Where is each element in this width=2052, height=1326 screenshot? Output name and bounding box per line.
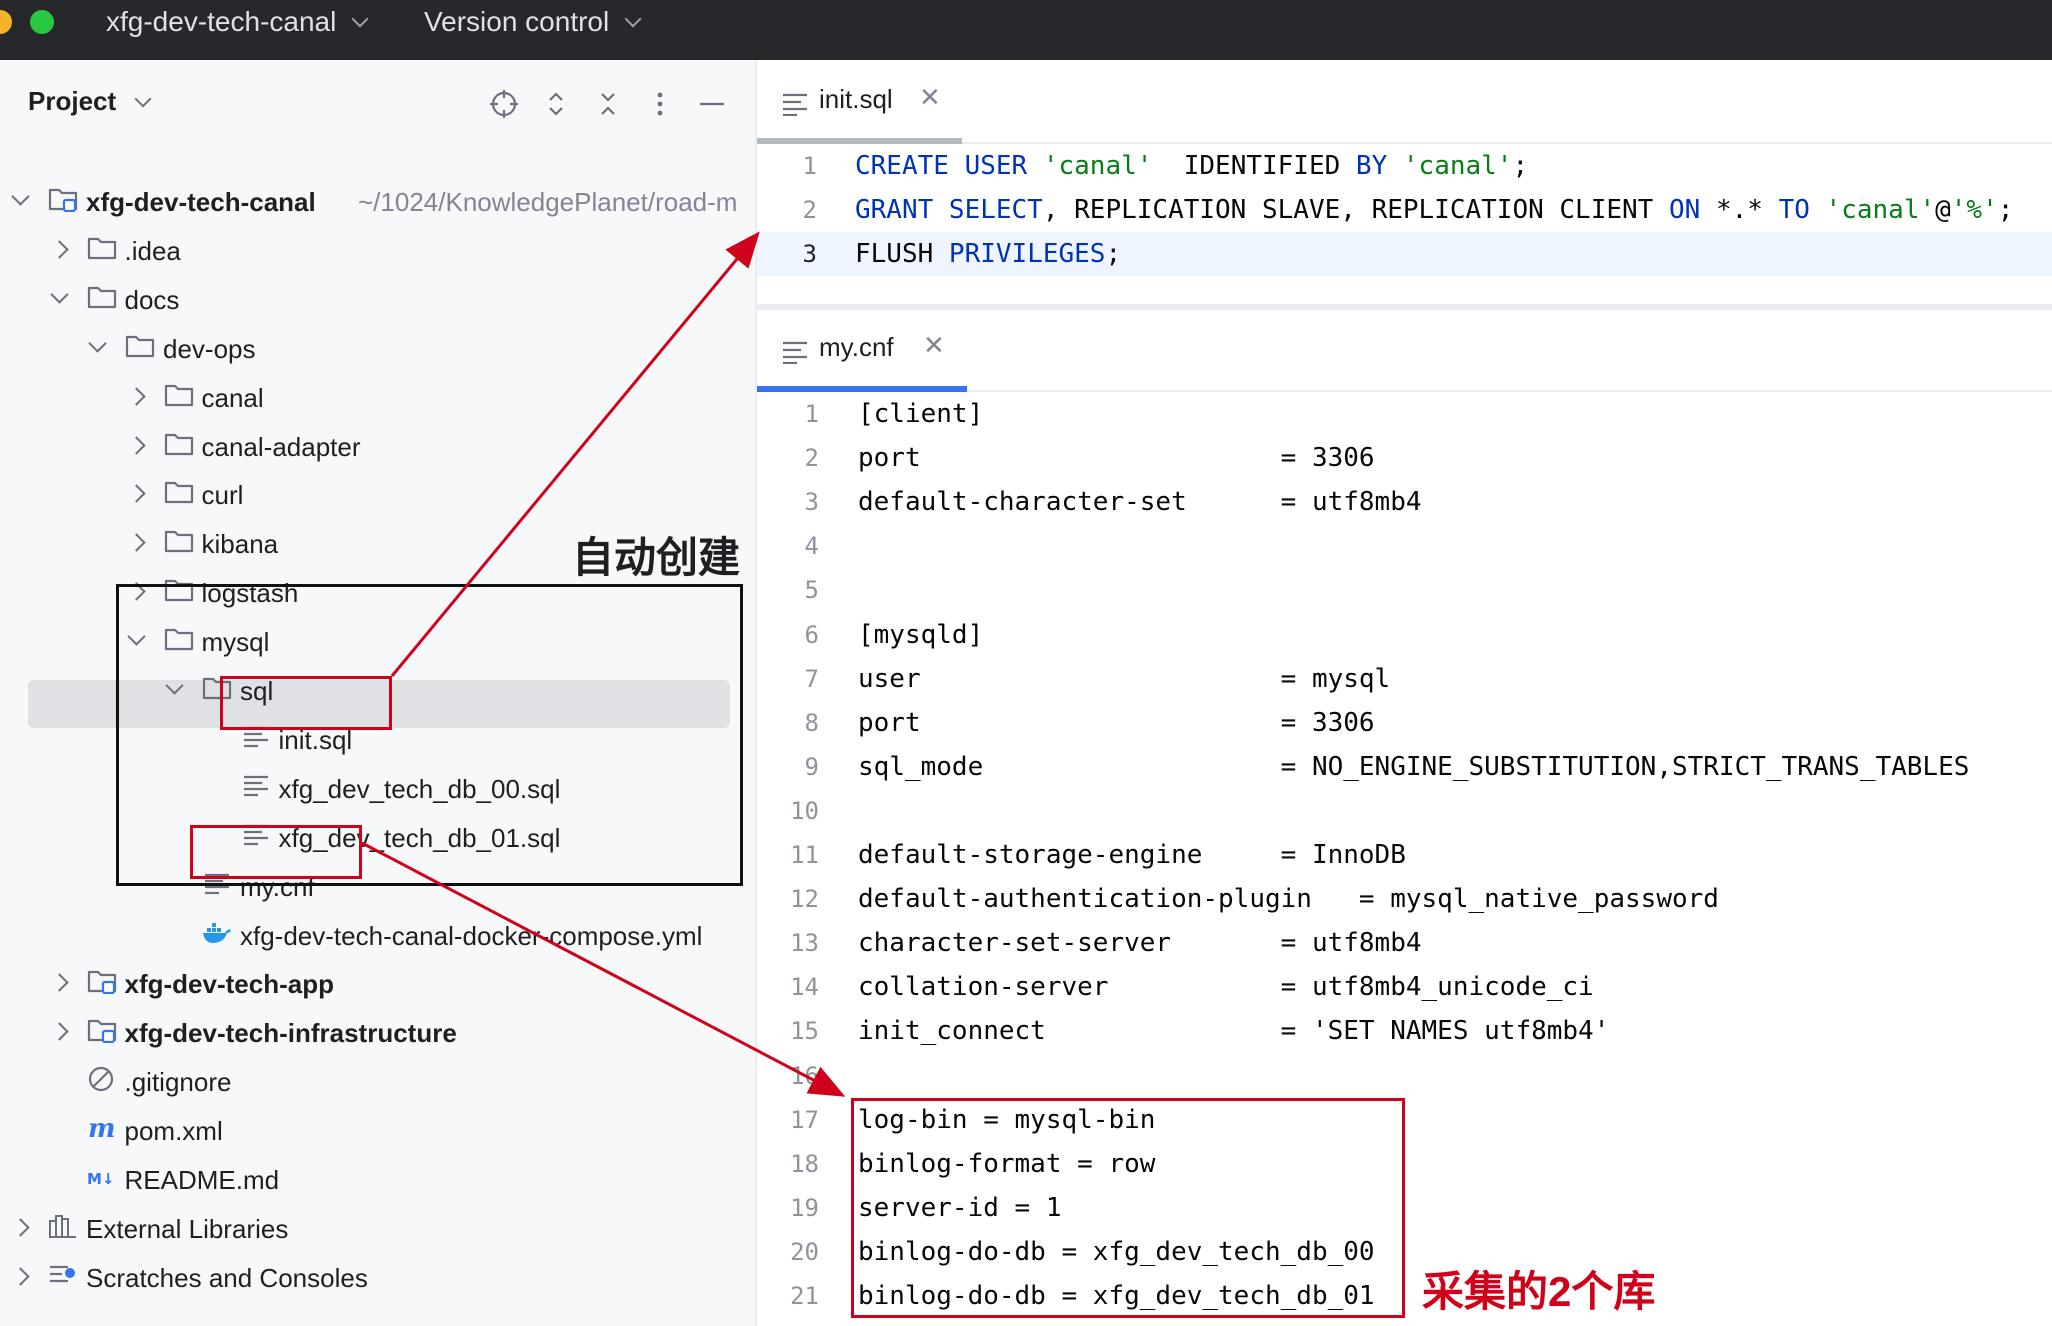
annotation-arrows [361,231,846,1097]
arrow-to-init-sql [390,231,760,677]
arrow-to-my-cnf [361,841,846,1097]
